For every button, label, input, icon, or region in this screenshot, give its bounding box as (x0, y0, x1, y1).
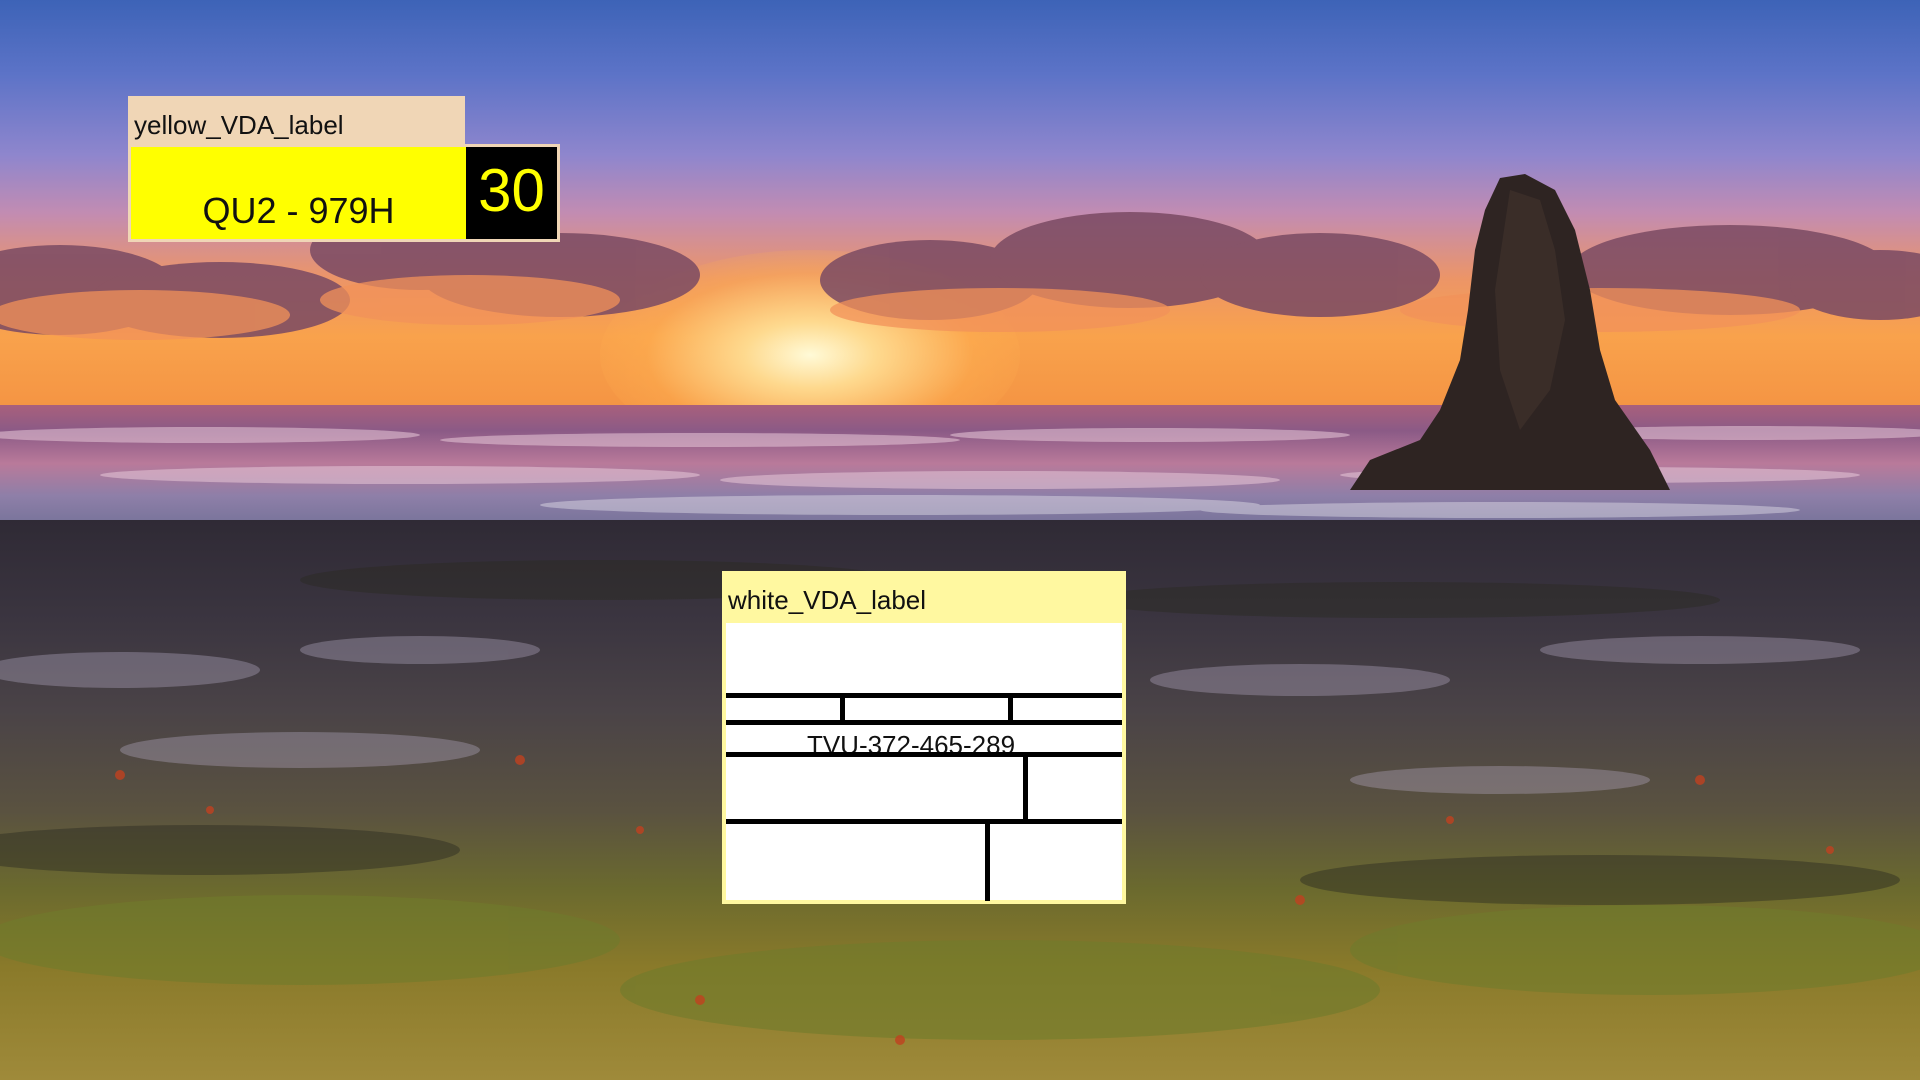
yellow-plate-number-box: 30 (466, 147, 557, 239)
white-vda-label-title: white_VDA_label (722, 571, 1126, 619)
desktop: yellow_VDA_label QU2 - 979H 30 white_VDA… (0, 0, 1920, 1080)
white-plate-divider (985, 819, 990, 901)
white-plate-divider (840, 693, 845, 723)
white-vda-label-widget[interactable]: white_VDA_label TVU-372-465-289 (722, 571, 1126, 904)
white-plate-divider (726, 819, 1122, 824)
white-plate-divider (726, 693, 1122, 698)
white-plate: TVU-372-465-289 (722, 619, 1126, 904)
white-plate-divider (1008, 693, 1013, 723)
white-plate-divider (1023, 752, 1028, 822)
white-plate-divider (726, 720, 1122, 725)
wallpaper-sea-stack (1350, 174, 1670, 490)
yellow-vda-label-title: yellow_VDA_label (128, 96, 465, 144)
white-plate-divider (726, 752, 1122, 757)
yellow-plate-registration: QU2 - 979H (202, 190, 395, 231)
yellow-plate: QU2 - 979H 30 (128, 144, 560, 242)
yellow-vda-label-widget[interactable]: yellow_VDA_label QU2 - 979H 30 (128, 96, 560, 244)
